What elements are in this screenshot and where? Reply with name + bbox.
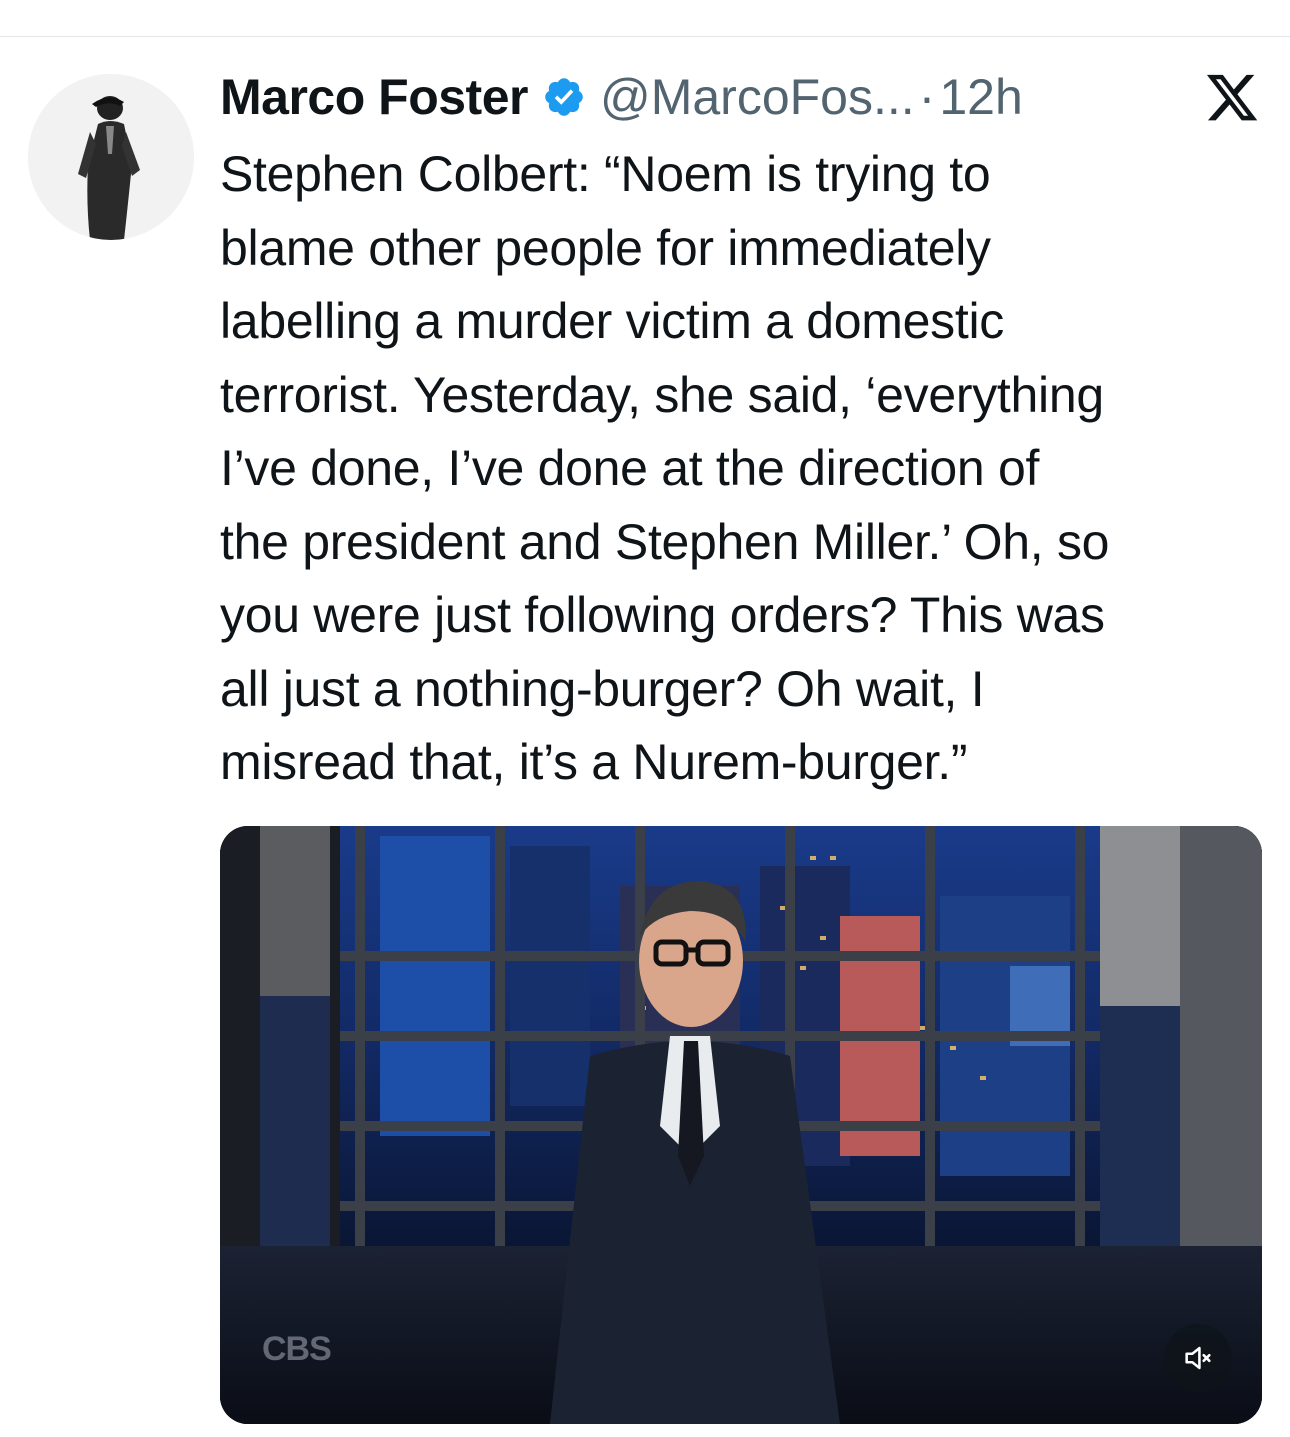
handle[interactable]: @MarcoFos... <box>600 68 915 126</box>
video-player[interactable]: CBS <box>220 826 1262 1424</box>
speaker-muted-icon <box>1185 1346 1211 1370</box>
separator-dot: · <box>918 69 936 125</box>
avatar-image <box>28 74 194 240</box>
divider <box>0 36 1290 37</box>
display-name[interactable]: Marco Foster <box>220 68 528 126</box>
timestamp[interactable]: 12h <box>939 68 1022 126</box>
video-frame <box>220 826 1262 1424</box>
x-logo-icon <box>1206 74 1258 121</box>
tweet-header: Marco Foster @MarcoFos... · 12h <box>220 62 1023 132</box>
tweet-card: Marco Foster @MarcoFos... · 12h Stephen … <box>0 0 1290 1437</box>
mute-button[interactable] <box>1164 1324 1232 1392</box>
verified-badge-icon <box>545 78 583 116</box>
avatar[interactable] <box>28 74 194 240</box>
cbs-watermark: CBS <box>262 1330 332 1368</box>
tweet-text: Stephen Colbert: “Noem is trying to blam… <box>220 146 1110 790</box>
